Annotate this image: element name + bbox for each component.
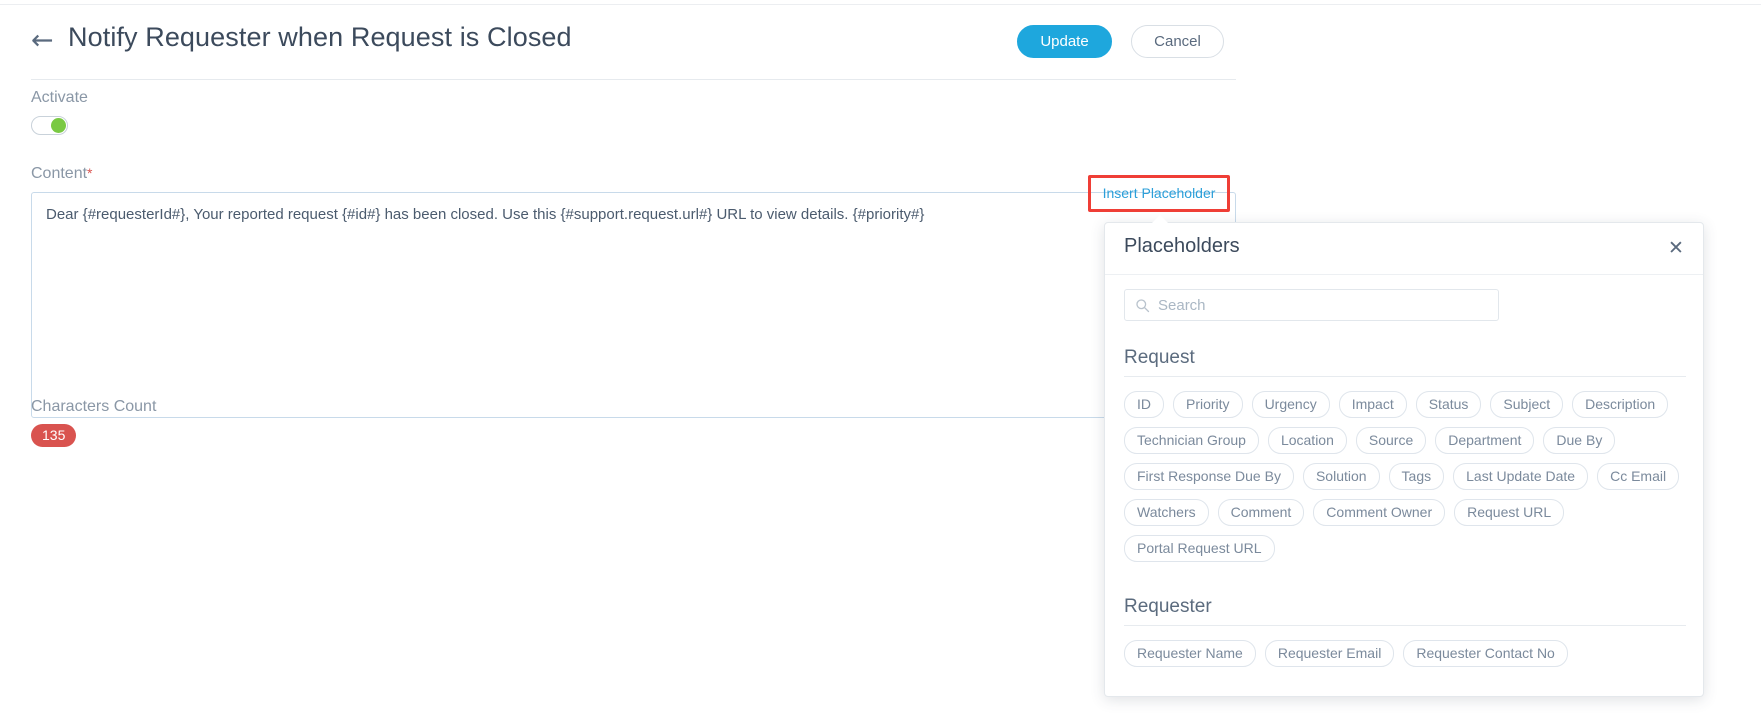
update-button[interactable]: Update: [1017, 25, 1112, 58]
search-icon: [1135, 298, 1150, 313]
content-label-text: Content: [31, 165, 88, 182]
arrow-left-icon[interactable]: ←: [31, 27, 54, 54]
placeholder-tag[interactable]: Due By: [1543, 427, 1616, 454]
characters-count-label: Characters Count: [31, 398, 157, 415]
section-title-request: Request: [1124, 347, 1686, 377]
placeholder-search-box[interactable]: [1124, 289, 1499, 321]
placeholder-tag[interactable]: Requester Email: [1264, 640, 1395, 667]
placeholders-panel-header: Placeholders ✕: [1105, 223, 1703, 275]
content-label: Content*: [31, 165, 93, 183]
placeholder-tag[interactable]: Urgency: [1251, 391, 1330, 418]
cancel-button[interactable]: Cancel: [1131, 25, 1224, 58]
placeholder-tag[interactable]: Status: [1415, 391, 1482, 418]
placeholder-search-input[interactable]: [1156, 290, 1492, 320]
characters-count-badge: 135: [31, 424, 77, 447]
placeholder-tag[interactable]: Request URL: [1454, 499, 1565, 526]
placeholder-tag[interactable]: Comment: [1217, 499, 1305, 526]
required-asterisk: *: [87, 165, 93, 181]
section-title-requester: Requester: [1124, 596, 1686, 626]
placeholder-tag[interactable]: Source: [1355, 427, 1427, 454]
placeholders-panel-body: Request ID Priority Urgency Impact Statu…: [1105, 275, 1703, 667]
placeholder-tag[interactable]: ID: [1124, 391, 1164, 418]
placeholders-panel: Placeholders ✕ Request ID Priority Urgen: [1104, 222, 1704, 697]
placeholder-tag[interactable]: Impact: [1338, 391, 1407, 418]
activate-toggle[interactable]: [31, 116, 68, 135]
placeholder-tag[interactable]: Description: [1572, 391, 1669, 418]
placeholders-panel-title: Placeholders: [1124, 235, 1240, 257]
placeholder-tag[interactable]: Technician Group: [1124, 427, 1259, 454]
placeholder-tag[interactable]: Last Update Date: [1453, 463, 1589, 490]
placeholder-tag[interactable]: Watchers: [1124, 499, 1209, 526]
page-header: ← Notify Requester when Request is Close…: [0, 5, 1245, 80]
tag-list-request: ID Priority Urgency Impact Status Subjec…: [1124, 391, 1686, 562]
placeholder-tag[interactable]: Department: [1435, 427, 1535, 454]
insert-placeholder-link[interactable]: Insert Placeholder: [1096, 183, 1222, 204]
placeholder-tag[interactable]: Priority: [1173, 391, 1243, 418]
header-divider: [31, 79, 1236, 80]
placeholder-tag[interactable]: Requester Name: [1124, 640, 1256, 667]
notification-rule-editor-page: ← Notify Requester when Request is Close…: [0, 0, 1761, 723]
activate-label: Activate: [31, 89, 88, 106]
placeholder-tag[interactable]: Solution: [1302, 463, 1380, 490]
panel-caret: [1149, 215, 1171, 226]
section-request: Request ID Priority Urgency Impact Statu…: [1124, 347, 1686, 562]
placeholder-tag[interactable]: Cc Email: [1597, 463, 1680, 490]
placeholder-tag[interactable]: Tags: [1388, 463, 1445, 490]
close-icon[interactable]: ✕: [1665, 238, 1687, 260]
content-textarea[interactable]: [31, 192, 1236, 418]
placeholder-tag[interactable]: First Response Due By: [1124, 463, 1294, 490]
placeholder-tag[interactable]: Portal Request URL: [1124, 535, 1275, 562]
page-title: Notify Requester when Request is Closed: [68, 22, 572, 52]
placeholder-tag[interactable]: Comment Owner: [1313, 499, 1446, 526]
placeholder-tag[interactable]: Location: [1267, 427, 1347, 454]
toggle-knob: [51, 118, 66, 133]
placeholder-tag[interactable]: Subject: [1490, 391, 1564, 418]
tag-list-requester: Requester Name Requester Email Requester…: [1124, 640, 1686, 667]
placeholder-tag[interactable]: Requester Contact No: [1403, 640, 1568, 667]
section-requester: Requester Requester Name Requester Email…: [1124, 596, 1686, 667]
